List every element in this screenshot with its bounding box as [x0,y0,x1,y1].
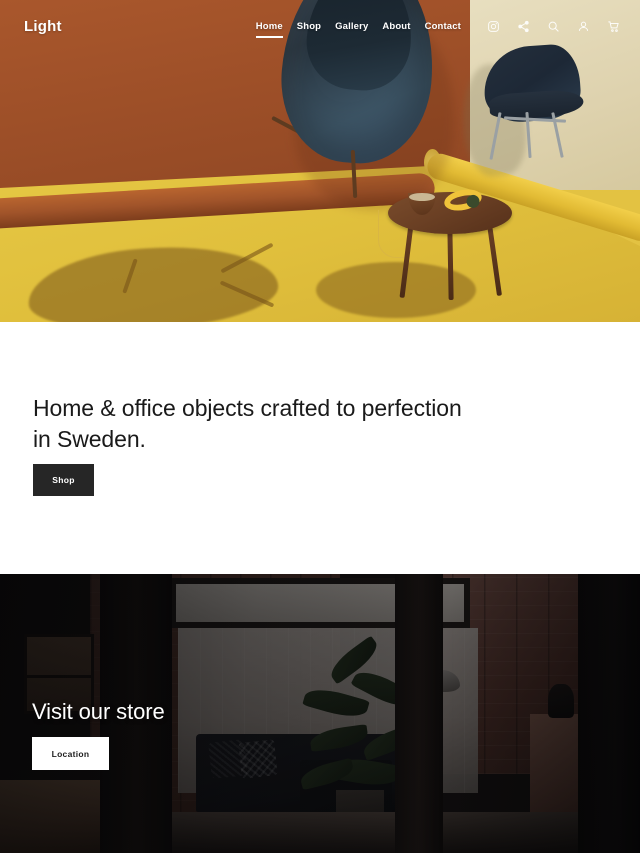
instagram-icon[interactable] [487,20,500,33]
store-content: Visit our store Location [0,574,640,853]
site-logo[interactable]: Light [24,18,62,35]
intro-section: Home & office objects crafted to perfect… [0,322,640,574]
store-section: Visit our store Location [0,574,640,853]
nav-item-gallery[interactable]: Gallery [335,21,368,32]
nav-icon-group [487,20,620,33]
intro-headline: Home & office objects crafted to perfect… [33,395,462,452]
nav-item-home[interactable]: Home [255,21,283,38]
hero-section: Light Home Shop Gallery About Contact [0,0,640,322]
page-root: Light Home Shop Gallery About Contact Ho… [0,0,640,853]
user-account-icon[interactable] [577,20,590,33]
search-icon[interactable] [547,20,560,33]
shopping-cart-icon[interactable] [607,20,620,33]
store-title: Visit our store [32,699,165,724]
nav-item-contact[interactable]: Contact [425,21,461,32]
top-navigation-bar: Light Home Shop Gallery About Contact [0,0,640,52]
nav-item-about[interactable]: About [382,21,410,32]
nav-item-shop[interactable]: Shop [297,21,321,32]
nav-links: Home Shop Gallery About Contact [255,21,461,38]
shop-button[interactable]: Shop [33,464,94,496]
nav-right-group: Home Shop Gallery About Contact [255,20,620,38]
location-button[interactable]: Location [32,737,109,770]
share-icon[interactable] [517,20,530,33]
